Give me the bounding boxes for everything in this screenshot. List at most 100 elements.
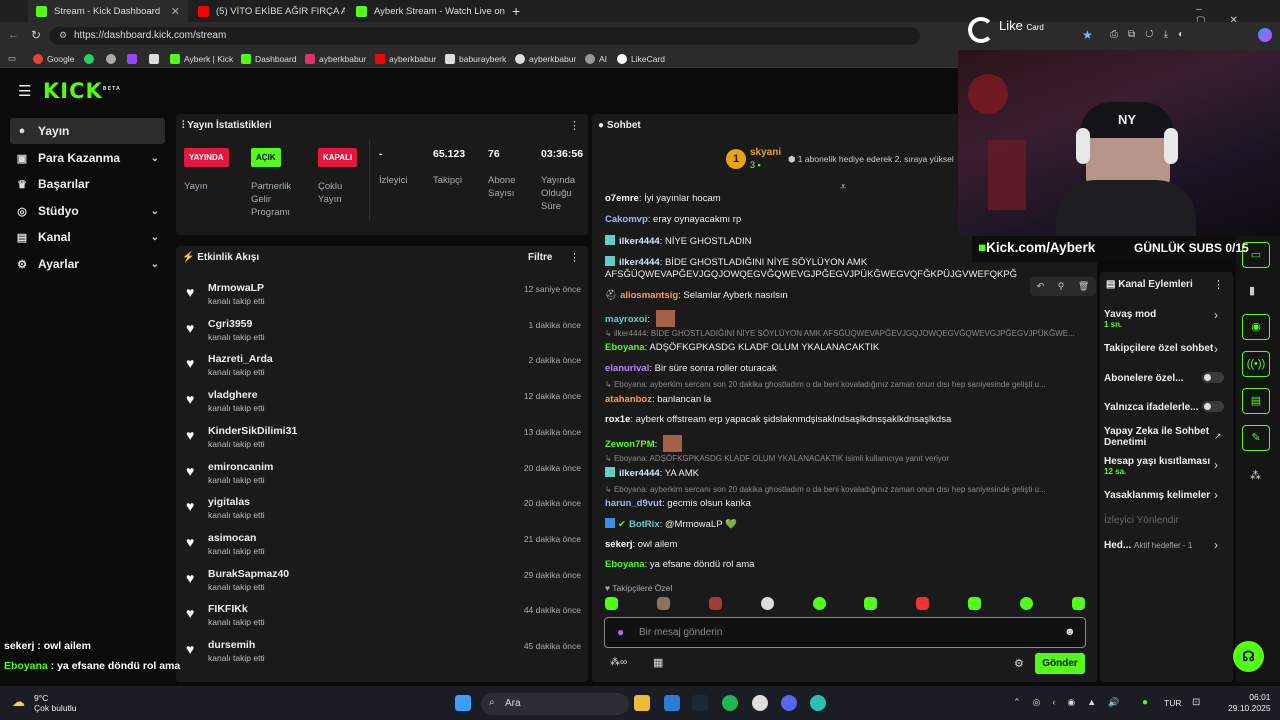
favorite-star-icon[interactable]: ★: [1082, 28, 1093, 42]
activity-username[interactable]: MrmowaLP: [208, 282, 264, 294]
action-followers-chat[interactable]: Takipçilere özel sohbet: [1104, 343, 1213, 354]
reply-icon[interactable]: ↶: [1037, 281, 1045, 292]
chat-username[interactable]: BotRix: [629, 519, 660, 530]
emote-icon[interactable]: [864, 597, 878, 610]
delete-icon[interactable]: 🗑: [1078, 281, 1089, 292]
activity-item[interactable]: ♥ vladghere kanalı takip etti 12 dakika önc…: [186, 389, 581, 423]
subs-only-toggle[interactable]: [1202, 372, 1224, 383]
bookmark-youtube[interactable]: ayberkbabur: [375, 49, 436, 68]
edge-icon[interactable]: [810, 695, 826, 711]
chat-username[interactable]: Cakomvp: [605, 214, 648, 225]
notes-icon[interactable]: ▮: [1249, 284, 1255, 297]
stats-more-icon[interactable]: ⋮: [569, 119, 580, 132]
hamburger-menu-icon[interactable]: ☰: [18, 82, 31, 100]
bookmark-dashboard[interactable]: Dashboard: [241, 49, 297, 68]
activity-username[interactable]: dursemih: [208, 639, 255, 651]
store-icon[interactable]: ▦: [653, 656, 663, 669]
message-actions[interactable]: ↶ ⚲ 🗑: [1030, 277, 1096, 296]
sidebar-item-studyo[interactable]: ◎ Stüdyo ⌄: [10, 198, 165, 224]
emote-icon[interactable]: [656, 597, 670, 610]
send-button[interactable]: Gönder: [1035, 653, 1085, 674]
tab-ayberk-stream[interactable]: Ayberk Stream - Watch Live on K✕: [348, 0, 508, 22]
chat-message[interactable]: Cakomvp: eray oynayacakmı rp: [605, 214, 741, 225]
chat-message[interactable]: harun_d9vut: gecmis olsun kanka: [605, 498, 751, 509]
chat-username[interactable]: sekerj: [605, 539, 632, 550]
collapse-icon[interactable]: ⩡: [840, 181, 846, 194]
activity-username[interactable]: Cgri3959: [208, 318, 252, 330]
chat-message[interactable]: Zewon7PM:: [605, 435, 682, 452]
photos-icon[interactable]: [664, 695, 680, 711]
chat-message[interactable]: ilker4444: NİYE GHOSTLADIN: [605, 235, 752, 247]
chat-message[interactable]: ilker4444: BİDE GHOSTLADIĞINI NİYE SÖYLÜ…: [605, 256, 867, 268]
emoji-icon[interactable]: ☻: [1064, 626, 1076, 638]
bookmark-whatsapp[interactable]: [84, 49, 98, 68]
activity-username[interactable]: emironcanim: [208, 461, 273, 473]
emote-icon[interactable]: [812, 597, 826, 610]
action-ai-moderation[interactable]: Yapay Zeka ile Sohbet Denetimi: [1104, 426, 1214, 448]
sidebar-item-yayin[interactable]: ● Yayın: [10, 118, 165, 144]
action-account-age[interactable]: Hesap yaşı kısıtlaması 12 sa.: [1104, 456, 1210, 476]
activity-username[interactable]: asimocan: [208, 532, 256, 544]
bookmark-ayberk-kick[interactable]: Ayberk | Kick: [170, 49, 233, 68]
copilot-icon[interactable]: [1258, 28, 1272, 42]
chat-message[interactable]: sekerj: owl ailem: [605, 539, 677, 550]
chat-username[interactable]: ilker4444: [619, 468, 660, 479]
new-tab-button[interactable]: +: [512, 3, 520, 19]
activity-username[interactable]: FIKFIKk: [208, 603, 248, 615]
bookmark-likecard[interactable]: LikeCard: [617, 49, 665, 68]
sidebar-item-kanal[interactable]: ▤ Kanal ⌄: [10, 224, 165, 250]
microphone-icon[interactable]: ●: [1142, 697, 1148, 708]
bookmarks-menu-icon[interactable]: ▭: [8, 49, 16, 68]
emote-icon[interactable]: [605, 597, 618, 610]
emote-row[interactable]: [605, 597, 1085, 611]
activity-item[interactable]: ♥ MrmowaLP kanalı takip etti 12 saniye önce: [186, 282, 581, 316]
site-info-icon[interactable]: ⚙: [59, 30, 67, 41]
tab-kick-dashboard[interactable]: Stream - Kick Dashboard ✕: [28, 0, 188, 22]
activity-item[interactable]: ♥ FIKFIKk kanalı takip etti 44 dakika önce: [186, 603, 581, 637]
chat-username[interactable]: harun_d9vut: [605, 498, 662, 509]
activity-item[interactable]: ♥ dursemih kanalı takip etti 45 dakika önce: [186, 639, 581, 673]
language-indicator[interactable]: TUR: [1164, 698, 1181, 708]
activity-item[interactable]: ♥ Hazreti_Arda kanalı takip etti 2 dakika ö…: [186, 353, 581, 387]
activity-item[interactable]: ♥ yigitalas kanalı takip etti 20 dakika önc…: [186, 496, 581, 530]
emote-icon[interactable]: [760, 597, 774, 610]
chat-username[interactable]: ilker4444: [619, 257, 660, 268]
chat-username[interactable]: ilker4444: [619, 236, 660, 247]
chat-username[interactable]: Eboyana: [605, 342, 645, 353]
loyalty-icon[interactable]: ⁂∞: [610, 657, 627, 668]
activity-item[interactable]: ♥ emironcanim kanalı takip etti 20 dakika ö…: [186, 461, 581, 495]
sidebar-item-basarilar[interactable]: ♛ Başarılar: [10, 171, 165, 197]
network-icon[interactable]: ⊡: [1192, 697, 1200, 708]
chat-username[interactable]: o7emre: [605, 193, 639, 204]
bookmark-instagram[interactable]: ayberkbabur: [305, 49, 366, 68]
close-icon[interactable]: ✕: [165, 5, 180, 18]
emote-icon[interactable]: [1020, 597, 1033, 610]
emote-icon[interactable]: [916, 597, 930, 610]
bookmark-twitch[interactable]: [127, 49, 141, 68]
file-explorer-icon[interactable]: [634, 695, 650, 711]
kick-logo[interactable]: KICKBETA: [43, 79, 121, 103]
windows-start-icon[interactable]: [455, 695, 471, 711]
chat-username[interactable]: rox1e: [605, 414, 630, 425]
reload-icon[interactable]: ↻: [31, 28, 41, 42]
tab-youtube[interactable]: (5) VİTO EKİBE AĞIR FIRÇA ATIYOR✕: [190, 0, 345, 22]
toolbar-icons[interactable]: ⎙⧉↺⤓◐: [1110, 29, 1194, 40]
activity-item[interactable]: ♥ Cgri3959 kanalı takip etti 1 dakika önce: [186, 318, 581, 352]
layout-icon[interactable]: ▤: [1242, 388, 1270, 414]
sidebar-item-ayarlar[interactable]: ⚙ Ayarlar ⌄: [10, 251, 165, 277]
emote-icon[interactable]: [708, 597, 722, 610]
bookmark-chrome[interactable]: [106, 49, 120, 68]
help-button[interactable]: ☊: [1233, 641, 1264, 672]
wrench-icon[interactable]: ✎: [1242, 425, 1270, 451]
action-subs-only[interactable]: Abonelere özel...: [1104, 373, 1183, 384]
spotify-icon[interactable]: [722, 695, 738, 711]
action-emote-only[interactable]: Yalnızca ifadelerle...: [1104, 402, 1199, 413]
clock[interactable]: 06:01 29.10.2025: [1228, 692, 1271, 714]
action-slow-mode[interactable]: Yavaş mod 1 sn.: [1104, 309, 1156, 329]
chat-username[interactable]: mayroxoi: [605, 314, 647, 325]
chat-settings-icon[interactable]: ⚙: [1014, 657, 1024, 670]
chat-message[interactable]: o7emre: İyi yayınlar hocam: [605, 193, 721, 204]
activity-item[interactable]: ♥ KinderSikDilimi31 kanalı takip etti 13 da…: [186, 425, 581, 459]
activity-item[interactable]: ♥ asimocan kanalı takip etti 21 dakika önce: [186, 532, 581, 566]
external-link-icon[interactable]: ↗: [1214, 431, 1222, 442]
